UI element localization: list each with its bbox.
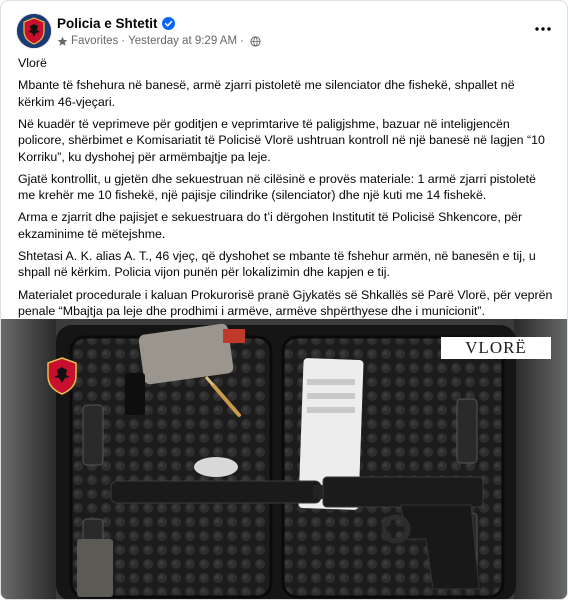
police-watermark-logo <box>45 356 79 396</box>
page-avatar[interactable] <box>17 14 51 48</box>
meta-separator: · <box>240 35 244 47</box>
police-shield-icon <box>47 357 77 395</box>
post-paragraph: Mbante të fshehura në banesë, armë zjarr… <box>18 78 515 109</box>
post-meta: Favorites · Yesterday at 9:29 AM · <box>57 34 261 48</box>
meta-separator: · <box>121 35 126 47</box>
post-paragraph: Në kuadër të veprimeve për goditjen e ve… <box>18 116 545 164</box>
police-emblem-icon <box>17 14 51 48</box>
post-paragraph: Gjatë kontrollit, u gjetën dhe sekuestru… <box>18 171 536 203</box>
star-icon <box>57 36 68 46</box>
post-paragraph: Shtetasi A. K. alias A. T., 46 vjeç, që … <box>18 248 536 280</box>
author-row: Policia e Shtetit <box>57 14 175 32</box>
globe-icon[interactable] <box>250 35 261 47</box>
photo-location-caption: VLORË <box>441 337 551 359</box>
seized-weapons-photo <box>1 319 567 599</box>
verified-badge-icon <box>161 16 175 30</box>
post-photo[interactable] <box>1 319 567 599</box>
post-paragraph: Arma e zjarrit dhe pajisjet e sekuestrua… <box>18 210 523 241</box>
post-timestamp[interactable]: Yesterday at 9:29 AM <box>128 35 237 47</box>
more-options-button[interactable] <box>529 19 557 39</box>
facebook-post-card: Policia e Shtetit Favorites · Yesterday … <box>0 0 568 600</box>
post-text: Vlorë Mbante të fshehura në banesë, armë… <box>18 55 553 325</box>
more-options-icon <box>535 27 551 31</box>
post-paragraph: Materialet procedurale i kaluan Prokuror… <box>18 287 553 319</box>
post-header: Policia e Shtetit Favorites · Yesterday … <box>1 1 567 53</box>
page-name[interactable]: Policia e Shtetit <box>57 16 158 31</box>
audience-label[interactable]: Favorites <box>71 35 118 47</box>
post-paragraph: Vlorë <box>18 56 47 70</box>
